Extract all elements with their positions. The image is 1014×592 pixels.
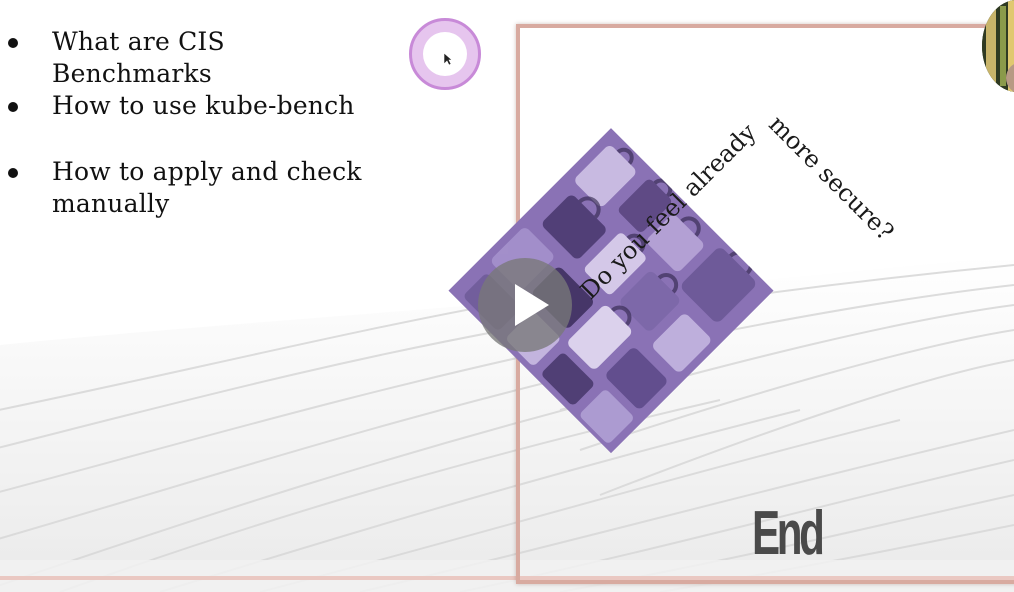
play-icon (515, 284, 549, 326)
bullet-dot (8, 38, 18, 48)
bullet-item: How to use kube-bench (8, 90, 382, 122)
presenter-webcam-avatar (982, 0, 1014, 92)
end-label: End (752, 499, 825, 568)
bullet-dot (8, 102, 18, 112)
bullet-text: What are CIS Benchmarks (52, 27, 225, 88)
bullet-item: How to apply and check manually (8, 156, 382, 220)
bullet-dot (8, 168, 18, 178)
video-frame: What are CIS Benchmarks How to use kube-… (0, 0, 1014, 592)
mouse-cursor-icon (443, 52, 453, 66)
play-button[interactable] (478, 258, 572, 352)
bullet-text: How to apply and check manually (52, 157, 362, 218)
bullet-text: How to use kube-bench (52, 91, 355, 120)
bullet-item: What are CIS Benchmarks (8, 26, 382, 90)
